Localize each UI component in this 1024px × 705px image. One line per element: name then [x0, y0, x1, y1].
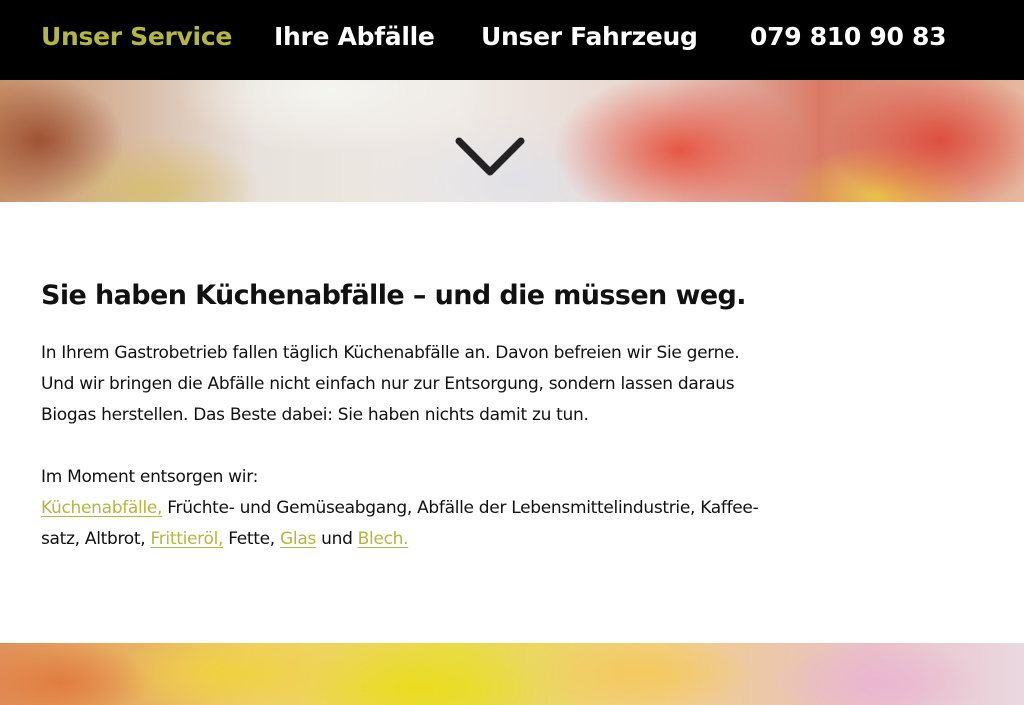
page-headline: Sie haben Küchenabfälle – und die müssen…: [41, 280, 747, 311]
intro-line: In Ihrem Gastrobetrieb fallen täglich Kü…: [41, 343, 740, 363]
phone-number-link[interactable]: 079 810 90 83: [750, 22, 946, 51]
link-glas[interactable]: Glas: [280, 529, 316, 549]
top-navigation-bar: Unser Service Ihre Abfälle Unser Fahrzeu…: [0, 0, 1024, 80]
intro-paragraph: In Ihrem Gastrobetrieb fallen täglich Kü…: [41, 338, 971, 431]
waste-text: Fette,: [223, 529, 281, 549]
intro-line: Biogas herstellen. Das Beste dabei: Sie …: [41, 405, 589, 425]
waste-types-paragraph: Im Moment entsorgen wir: Küchenabfälle, …: [41, 462, 971, 555]
link-blech[interactable]: Blech.: [358, 529, 409, 549]
waste-text: satz, Altbrot,: [41, 529, 151, 549]
main-content: Sie haben Küchenabfälle – und die müssen…: [41, 276, 971, 555]
footer-image-band: [0, 643, 1024, 705]
waste-types-line: satz, Altbrot, Frittieröl, Fette, Glas u…: [41, 524, 971, 555]
waste-text: Früchte- und Gemüseabgang, Abfälle der L…: [162, 498, 759, 518]
waste-text: und: [316, 529, 358, 549]
waste-types-line: Küchenabfälle, Früchte- und Gemüseabgang…: [41, 493, 971, 524]
waste-types-intro: Im Moment entsorgen wir:: [41, 467, 259, 487]
intro-line: Und wir bringen die Abfälle nicht einfac…: [41, 374, 735, 394]
nav-item-unser-service[interactable]: Unser Service: [41, 22, 232, 51]
chevron-down-icon[interactable]: [454, 135, 526, 179]
nav-item-ihre-abfaelle[interactable]: Ihre Abfälle: [274, 22, 435, 51]
hero-image-band: [0, 80, 1024, 202]
nav-item-unser-fahrzeug[interactable]: Unser Fahrzeug: [481, 22, 698, 51]
link-frittieroel[interactable]: Frittieröl,: [150, 529, 223, 549]
link-kuechenabfaelle[interactable]: Küchenabfälle,: [41, 498, 162, 518]
